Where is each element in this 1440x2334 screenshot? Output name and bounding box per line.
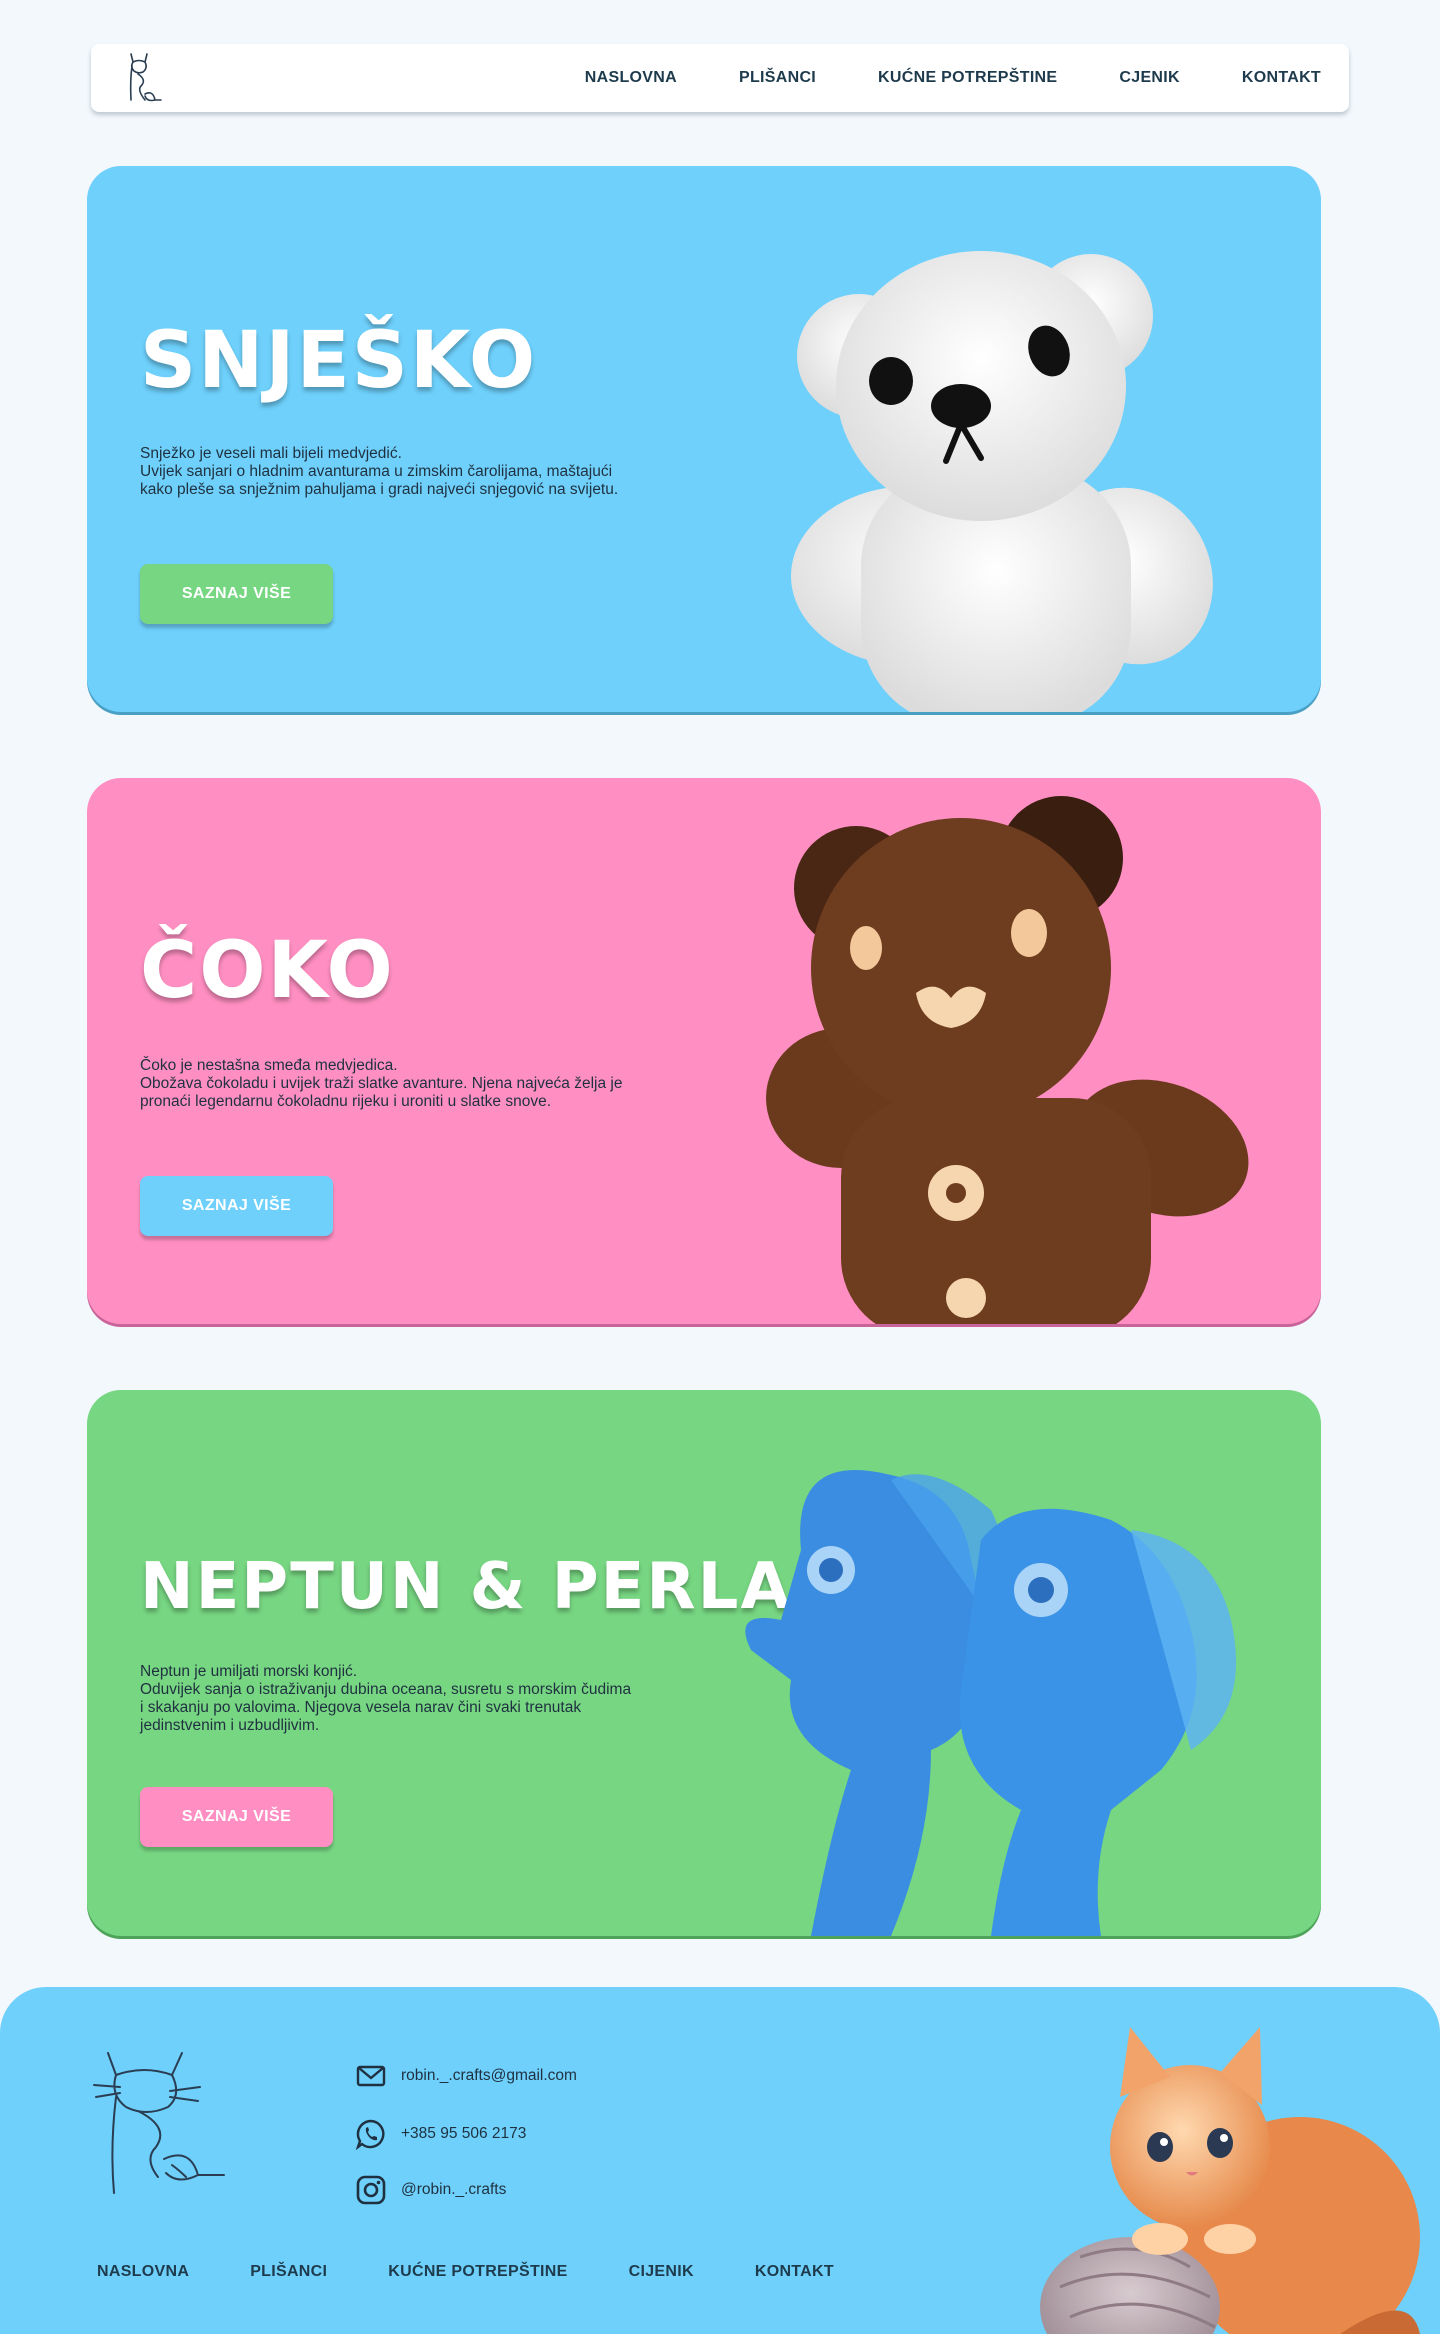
footer-nav-kucne-potrepstine[interactable]: KUĆNE POTREPŠTINE [388, 2263, 567, 2281]
desc-line: i skakanju po valovima. Njegova vesela n… [140, 1699, 582, 1716]
desc-line: Oduvijek sanja o istraživanju dubina oce… [140, 1681, 632, 1698]
desc-line: pronaći legendarnu čokoladnu rijeku i ur… [140, 1093, 551, 1110]
desc-line: Neptun je umiljati morski konjić. [140, 1663, 358, 1680]
whatsapp-icon [355, 2119, 385, 2150]
nav-plisanci[interactable]: PLIŠANCI [739, 69, 816, 87]
email-text: robin._.crafts@gmail.com [401, 2067, 577, 2084]
desc-line: Čoko je nestašna smeđa medvjedica. [140, 1057, 398, 1074]
site-header: NASLOVNA PLIŠANCI KUĆNE POTREPŠTINE CJEN… [91, 44, 1349, 112]
desc-line: jedinstvenim i uzbudljivim. [140, 1717, 320, 1734]
nav-kontakt[interactable]: KONTAKT [1242, 69, 1321, 87]
kitten-image [1040, 2027, 1420, 2334]
site-footer: robin._.crafts@gmail.com +385 95 506 217… [0, 1987, 1440, 2334]
learn-more-button[interactable]: SAZNAJ VIŠE [140, 564, 333, 624]
product-card-coko: ČOKO Čoko je nestašna smeđa medvjedica. … [87, 778, 1321, 1324]
footer-nav-cijenik[interactable]: CIJENIK [629, 2263, 694, 2281]
learn-more-button[interactable]: SAZNAJ VIŠE [140, 1176, 333, 1236]
footer-nav: NASLOVNA PLIŠANCI KUĆNE POTREPŠTINE CIJE… [97, 2263, 895, 2281]
card-title: ČOKO [140, 926, 395, 1016]
cat-logo-icon[interactable] [90, 2047, 230, 2197]
instagram-text: @robin._.crafts [401, 2181, 507, 2198]
desc-line: kako pleše sa snježnim pahuljama i gradi… [140, 481, 619, 498]
footer-nav-kontakt[interactable]: KONTAKT [755, 2263, 834, 2281]
contact-phone[interactable]: +385 95 506 2173 [355, 2118, 526, 2150]
desc-line: Obožava čokoladu i uvijek traži slatke a… [140, 1075, 623, 1092]
cat-logo-icon[interactable] [117, 50, 165, 106]
nav-cjenik[interactable]: CJENIK [1119, 69, 1179, 87]
product-card-snjesko: SNJEŠKO Snježko je veseli mali bijeli me… [87, 166, 1321, 712]
card-description: Snježko je veseli mali bijeli medvjedić.… [140, 445, 680, 499]
footer-nav-plisanci[interactable]: PLIŠANCI [250, 2263, 327, 2281]
instagram-icon [356, 2175, 386, 2205]
contact-email[interactable]: robin._.crafts@gmail.com [355, 2060, 577, 2092]
white-bear-image [791, 251, 1213, 712]
nav-kucne-potrepstine[interactable]: KUĆNE POTREPŠTINE [878, 69, 1057, 87]
desc-line: Snježko je veseli mali bijeli medvjedić. [140, 445, 402, 462]
footer-nav-naslovna[interactable]: NASLOVNA [97, 2263, 189, 2281]
blue-seahorses-image [745, 1470, 1236, 1936]
phone-text: +385 95 506 2173 [401, 2125, 527, 2142]
card-description: Čoko je nestašna smeđa medvjedica. Oboža… [140, 1057, 680, 1111]
nav-naslovna[interactable]: NASLOVNA [585, 69, 677, 87]
card-title: SNJEŠKO [140, 316, 538, 406]
learn-more-button[interactable]: SAZNAJ VIŠE [140, 1787, 333, 1847]
product-card-neptun-perla: NEPTUN & PERLA Neptun je umiljati morski… [87, 1390, 1321, 1936]
desc-line: Uvijek sanjari o hladnim avanturama u zi… [140, 463, 613, 480]
brown-bear-image [766, 796, 1249, 1324]
mail-icon [356, 2065, 386, 2087]
contact-instagram[interactable]: @robin._.crafts [355, 2174, 506, 2206]
card-description: Neptun je umiljati morski konjić. Oduvij… [140, 1663, 680, 1735]
main-nav: NASLOVNA PLIŠANCI KUĆNE POTREPŠTINE CJEN… [523, 69, 1321, 87]
